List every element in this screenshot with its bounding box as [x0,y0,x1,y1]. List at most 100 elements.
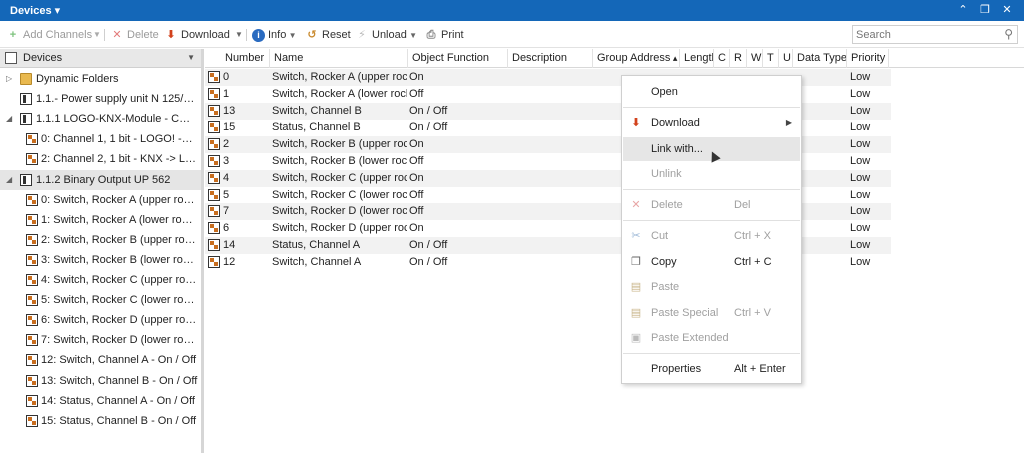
tree-item[interactable]: 1: Switch, Rocker A (lower rocker... [0,210,201,230]
cell-object-function: Off [409,87,424,100]
tree-item[interactable]: 14: Status, Channel A - On / Off [0,391,201,411]
menu-paste-label: Paste [651,281,680,293]
info-icon: i [252,29,265,42]
info-label: Info [268,29,287,41]
tree-item[interactable]: ▷ Dynamic Folders [0,69,201,89]
cell-priority: Low [850,155,871,167]
menu-item-cut[interactable]: ✂ Cut Ctrl + X [623,224,800,248]
menu-item-unlink[interactable]: Unlink [623,162,800,186]
column-header[interactable]: Name [270,49,408,68]
menu-item-properties[interactable]: Properties Alt + Enter [623,357,800,381]
menu-item-open[interactable]: Open [623,80,800,104]
cell-object-function: Off [409,155,424,167]
cell-name: Switch, Rocker B (lower rocke... [272,155,407,167]
reset-button[interactable]: ↺ Reset [305,27,350,43]
toolbar-separator [104,29,105,41]
column-header[interactable]: C [714,49,730,68]
cell-number: 6 [223,222,230,235]
tree-item[interactable]: ◢ 1.1.2 Binary Output UP 562 [0,169,201,190]
tree-item[interactable]: 15: Status, Channel B - On / Off [0,411,201,431]
tree-item[interactable]: 12: Switch, Channel A - On / Off [0,350,201,370]
cell-priority: Low [850,171,871,184]
menu-item-paste-extended[interactable]: ▣ Paste Extended [623,326,800,350]
column-header[interactable]: Object Function [408,49,508,68]
group-object-icon [26,253,38,266]
tree-item[interactable]: 1.1.- Power supply unit N 125/02 (... [0,89,201,109]
tree-item-label: 4: Switch, Rocker C (upper rocker... [41,274,198,286]
cell-object-function: On [409,171,424,184]
print-button[interactable]: ⎙ Print [424,27,464,43]
download-icon: ⬇ [631,117,641,129]
submenu-arrow-icon: ▶ [785,118,792,127]
tree-item[interactable]: ◢ 1.1.1 LOGO-KNX-Module - CMK20... [0,109,201,129]
chevron-down-icon[interactable]: ▼ [187,53,195,62]
column-header[interactable]: Group Address ▴ [593,49,680,68]
menu-item-delete[interactable]: ✕ Delete Del [623,193,800,217]
column-header[interactable]: Length [680,49,714,68]
tree-item[interactable]: 13: Switch, Channel B - On / Off [0,371,201,391]
add-channels-button[interactable]: + Add Channels [6,27,92,43]
restore-icon[interactable]: ❐ [976,2,994,18]
menu-item-paste[interactable]: ▤ Paste [623,275,800,299]
group-object-icon [208,239,220,251]
menu-item-copy[interactable]: ❐ Copy Ctrl + C [623,250,800,274]
menu-copy-shortcut: Ctrl + C [734,256,772,268]
add-channels-dropdown-icon[interactable]: ▼ [93,27,101,43]
cell-priority: Low [850,255,871,268]
tree-item[interactable]: 7: Switch, Rocker D (lower rocker... [0,330,201,350]
column-header-label: Data Type [797,52,847,64]
group-object-icon [26,213,38,226]
info-button[interactable]: i Info ▼ [252,27,297,43]
tree-item[interactable]: 2: Channel 2, 1 bit - KNX -> LOGO! [0,149,201,169]
menu-copy-label: Copy [651,256,677,268]
unload-button[interactable]: ⚡ Unload ▼ [355,27,417,43]
expand-toggle-icon[interactable]: ◢ [6,109,12,129]
delete-button[interactable]: ✕ Delete [110,27,158,43]
menu-item-paste-special[interactable]: ▤ Paste Special Ctrl + V [623,301,800,325]
tree-item[interactable]: 3: Switch, Rocker B (lower rocker... [0,250,201,270]
group-object-icon [208,138,220,151]
column-header[interactable]: W [747,49,763,68]
download-button[interactable]: ⬇ Download [164,27,230,43]
group-object-icon [208,121,220,134]
window-title[interactable]: Devices ▾ [10,4,60,17]
expand-toggle-icon[interactable]: ◢ [6,170,12,190]
group-object-icon [26,193,38,206]
menu-item-download[interactable]: ⬇ Download ▶ [623,111,800,135]
search-input[interactable] [856,27,996,42]
column-header[interactable]: Data Type [793,49,847,68]
tree-item[interactable]: 4: Switch, Rocker C (upper rocker... [0,270,201,290]
device-icon [20,93,32,106]
cell-number: 13 [223,104,236,117]
tree-item[interactable]: 0: Channel 1, 1 bit - LOGO! -> KNX [0,129,201,149]
column-header-label: U [783,52,791,64]
add-channels-label: Add Channels [23,29,93,41]
cell-name: Status, Channel B [272,121,361,134]
close-icon[interactable]: ✕ [998,2,1016,18]
group-object-icon [208,222,220,235]
tree-item-label: 15: Status, Channel B - On / Off [41,414,197,427]
tree-item[interactable]: 5: Switch, Rocker C (lower rocker... [0,290,201,310]
column-header[interactable]: Description [508,49,593,68]
device-icon [20,173,32,186]
search-box: ⚲ [852,25,1018,44]
tree-item[interactable]: 0: Switch, Rocker A (upper rocker... [0,190,201,210]
menu-paste-special-shortcut: Ctrl + V [734,307,771,319]
expand-toggle-icon[interactable]: ▷ [6,69,12,89]
tree-item[interactable]: 2: Switch, Rocker B (upper rocker... [0,230,201,250]
download-dropdown-icon[interactable]: ▼ [235,27,243,43]
column-header-label: R [734,52,742,64]
column-header[interactable]: Number [221,49,270,68]
cell-priority: Low [850,239,871,251]
collapse-icon[interactable]: ⌃ [954,2,972,18]
search-icon[interactable]: ⚲ [1004,27,1013,41]
column-header[interactable]: R [730,49,747,68]
column-header[interactable]: T [763,49,779,68]
column-header[interactable]: U [779,49,793,68]
tree-item[interactable]: 6: Switch, Rocker D (upper rocker... [0,310,201,330]
cell-priority: Low [850,205,871,218]
group-object-icon [208,87,220,100]
column-header[interactable]: Priority [847,49,889,68]
devices-panel-header[interactable]: Devices ▼ [0,49,201,68]
group-object-icon [208,205,220,218]
